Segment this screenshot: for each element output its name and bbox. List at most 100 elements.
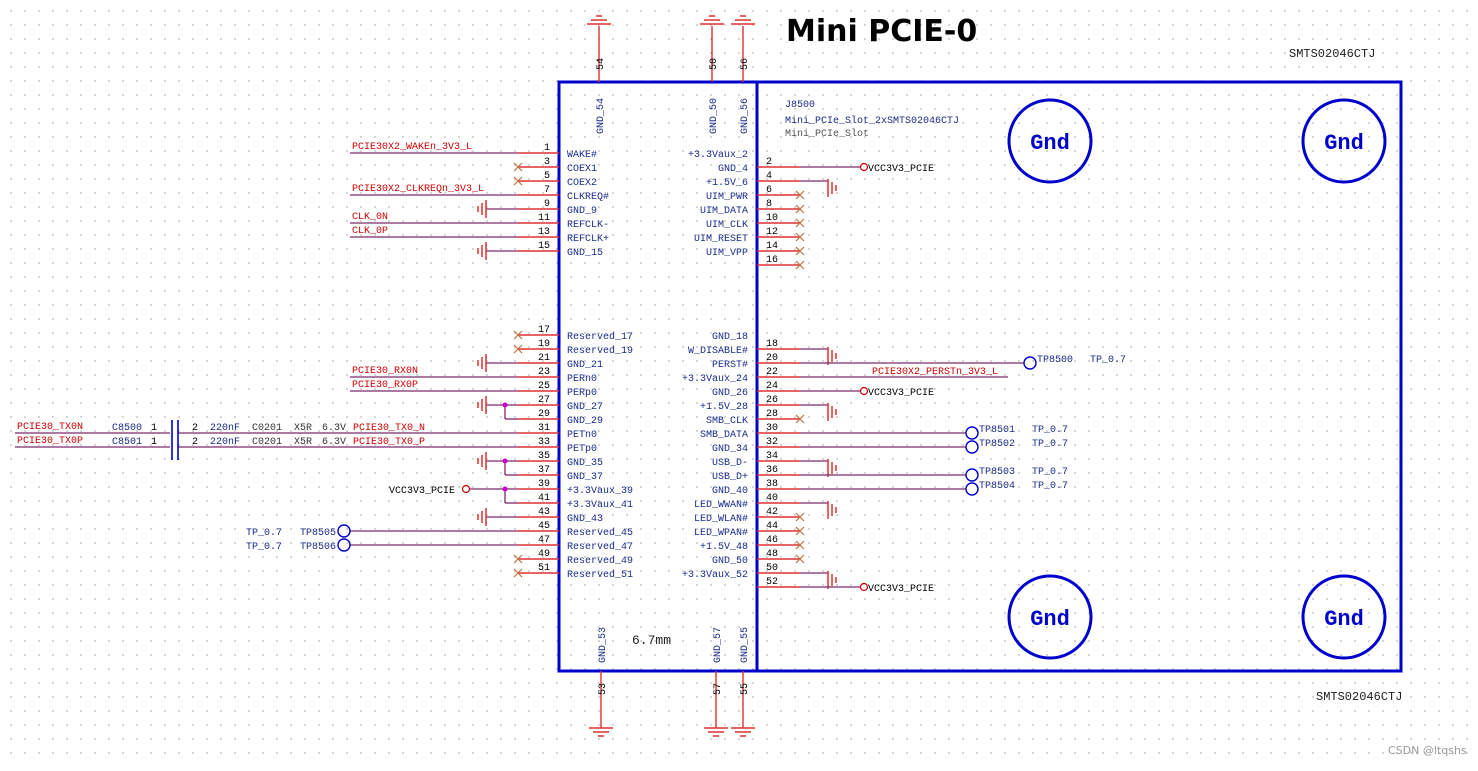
pin-name: Reserved_51 xyxy=(567,569,633,581)
pin-name: GND_37 xyxy=(567,472,603,483)
pin-name: GND_34 xyxy=(712,444,748,455)
pin-number: 1 xyxy=(151,423,157,434)
pin-name: +3.3Vaux_39 xyxy=(567,486,633,497)
pin-number: 16 xyxy=(766,255,778,266)
net-label: PCIE30X2_PERSTn_3V3_L xyxy=(872,367,998,378)
pin-number: 22 xyxy=(766,367,778,378)
component-footprint: Mini_PCIe_Slot xyxy=(785,128,869,140)
pin-number: 50 xyxy=(766,563,778,574)
pin-number: 2 xyxy=(192,423,198,434)
pin-number: 42 xyxy=(766,507,778,518)
pin-number: 56 xyxy=(740,58,751,70)
pin-name: +3.3Vaux_41 xyxy=(567,500,633,511)
capacitor-voltage: 6.3V xyxy=(322,423,346,434)
pin-name: UIM_DATA xyxy=(700,206,748,217)
pin-number: 10 xyxy=(766,213,778,224)
pin-number: 53 xyxy=(598,683,609,695)
pin-number: 41 xyxy=(538,493,550,504)
pin-number: 27 xyxy=(538,395,550,406)
pin-name: Reserved_49 xyxy=(567,555,633,567)
pin-name: Reserved_17 xyxy=(567,331,633,343)
net-label: PCIE30_RX0N xyxy=(352,366,418,377)
test-point-ref: TP8505 xyxy=(300,528,336,539)
net-label: CLK_0N xyxy=(352,212,388,223)
pin-name: CLKREQ# xyxy=(567,192,609,203)
capacitor-package: C0201 xyxy=(252,437,282,448)
pin-number: 51 xyxy=(538,563,550,574)
component-ref: J8500 xyxy=(785,100,815,111)
capacitor-dielectric: X5R xyxy=(294,423,312,434)
pin-name: Reserved_19 xyxy=(567,345,633,357)
pin-name: +1.5V_28 xyxy=(700,402,748,413)
mount-hole-label: Gnd xyxy=(1324,607,1364,632)
pin-number: 7 xyxy=(544,185,550,196)
pin-number: 33 xyxy=(538,437,550,448)
pin-name: REFCLK- xyxy=(567,220,609,231)
pin-name: GND_27 xyxy=(567,402,603,413)
test-point-icon xyxy=(337,538,351,552)
net-label: PCIE30_TX0_N xyxy=(353,423,425,434)
mount-hole-label: Gnd xyxy=(1030,607,1070,632)
pin-number: 45 xyxy=(538,521,550,532)
pin-name: UIM_VPP xyxy=(706,248,748,259)
pin-number: 5 xyxy=(544,171,550,182)
pin-number: 6 xyxy=(766,185,772,196)
pin-name: COEX1 xyxy=(567,164,597,175)
pin-name: SMB_DATA xyxy=(700,430,748,441)
test-point-value: TP_0.7 xyxy=(1032,467,1068,478)
pin-number: 39 xyxy=(538,479,550,490)
pin-number: 49 xyxy=(538,549,550,560)
pin-name: LED_WPAN# xyxy=(694,528,748,539)
power-port-label: VCC3V3_PCIE xyxy=(868,388,934,399)
part-number-top: SMTS02046CTJ xyxy=(1289,47,1375,61)
test-point-value: TP_0.7 xyxy=(1032,425,1068,436)
pin-number: 50 xyxy=(709,58,720,70)
pin-name: PERn0 xyxy=(567,374,597,385)
net-label: PCIE30X2_WAKEn_3V3_L xyxy=(352,142,472,153)
pin-name: GND_29 xyxy=(567,416,603,427)
pin-name: GND_15 xyxy=(567,248,603,259)
pin-name: GND_40 xyxy=(712,486,748,497)
pin-name: GND_50 xyxy=(712,556,748,567)
test-point-icon xyxy=(965,426,979,440)
pin-number: 34 xyxy=(766,451,778,462)
pin-number: 20 xyxy=(766,353,778,364)
test-point-icon xyxy=(337,524,351,538)
power-port-label: VCC3V3_PCIE xyxy=(389,486,455,497)
test-point-ref: TP8503 xyxy=(979,467,1015,478)
pin-name: PERST# xyxy=(712,360,748,371)
pin-name: LED_WWAN# xyxy=(694,500,748,511)
pin-number: 21 xyxy=(538,353,550,364)
pin-number: 1 xyxy=(544,143,550,154)
capacitor-value: 220nF xyxy=(210,423,240,434)
pin-name: W_DISABLE# xyxy=(688,346,748,357)
net-label: PCIE30_TX0P xyxy=(17,436,83,447)
power-port-icon xyxy=(859,582,869,592)
pin-name: GND_35 xyxy=(567,458,603,469)
test-point-value: TP_0.7 xyxy=(246,542,282,553)
pin-name: GND_55 xyxy=(740,627,751,663)
pin-number: 36 xyxy=(766,465,778,476)
test-point-icon xyxy=(965,440,979,454)
pin-name: +3.3Vaux_52 xyxy=(682,570,748,581)
pin-number: 38 xyxy=(766,479,778,490)
pin-name: WAKE# xyxy=(567,150,597,161)
test-point-ref: TP8504 xyxy=(979,481,1015,492)
pin-name: +3.3Vaux_24 xyxy=(682,374,748,385)
test-point-ref: TP8506 xyxy=(300,542,336,553)
test-point-value: TP_0.7 xyxy=(1032,439,1068,450)
pin-number: 2 xyxy=(192,437,198,448)
pin-number: 4 xyxy=(766,171,772,182)
pin-number: 24 xyxy=(766,381,778,392)
net-label: PCIE30X2_CLKREQn_3V3_L xyxy=(352,184,484,195)
pin-name: +1.5V_6 xyxy=(706,178,748,189)
pin-name: PERp0 xyxy=(567,388,597,399)
height-note: 6.7mm xyxy=(632,633,671,648)
capacitor-value: 220nF xyxy=(210,437,240,448)
pin-number: 40 xyxy=(766,493,778,504)
sheet-title: Mini PCIE-0 xyxy=(786,14,978,49)
test-point-icon xyxy=(1023,356,1037,370)
power-port-icon xyxy=(461,484,471,494)
pin-name: Reserved_47 xyxy=(567,541,633,553)
pin-number: 8 xyxy=(766,199,772,210)
